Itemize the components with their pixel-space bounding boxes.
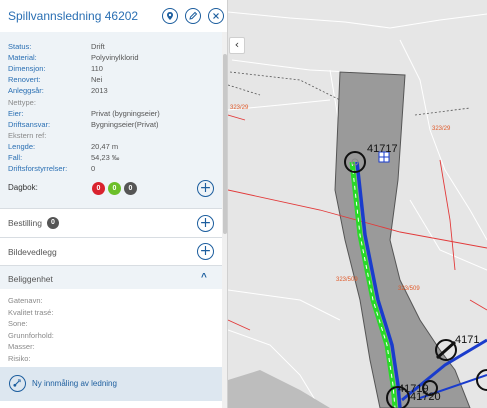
dagbok-label: Dagbok: <box>8 183 38 192</box>
property-value: Nei <box>91 75 103 85</box>
close-icon <box>213 13 219 19</box>
property-label: Ekstern ref: <box>8 130 47 140</box>
collapse-panel-button[interactable]: ‹ <box>229 37 245 54</box>
node-label-41720: 41720 <box>410 391 441 403</box>
beliggenhet-row: Sone: <box>8 319 28 329</box>
property-value: Bygningseier(Privat) <box>91 119 159 129</box>
location-pin-button[interactable] <box>162 8 178 24</box>
ny-innmaling-label: Ny innmåling av ledning <box>32 379 117 388</box>
property-value: 110 <box>91 64 103 74</box>
beliggenhet-label: Beliggenhet <box>8 274 53 284</box>
property-label: Lengde: <box>8 141 36 151</box>
beliggenhet-row: Grunnforhold: <box>8 330 54 340</box>
property-label: Dimensjon: <box>8 64 46 74</box>
dagbok-green-badge[interactable]: 0 <box>108 182 121 195</box>
measure-line-icon <box>9 375 26 392</box>
property-label: Fall: <box>8 153 23 162</box>
property-label: Status: <box>8 42 32 51</box>
bildevedlegg-section[interactable]: Bildevedlegg + <box>0 237 222 265</box>
location-pin-icon <box>167 12 173 20</box>
property-value: Privat (bygningseier) <box>91 108 160 118</box>
bestilling-count-badge: 0 <box>47 217 59 229</box>
property-label: Renovert: <box>8 75 41 85</box>
scrollbar-thumb[interactable] <box>223 54 227 234</box>
properties-section: Status: Drift Material: Polyvinylklorid Dime… <box>0 32 222 208</box>
property-value: Polyvinylklorid <box>91 53 139 63</box>
close-button[interactable] <box>208 8 224 24</box>
node-label-41717: 41717 <box>367 143 398 155</box>
property-label: Nettype: <box>8 97 36 107</box>
parcel-label-2: 323/29 <box>432 126 451 132</box>
property-label: Anleggsår: <box>8 86 44 96</box>
bestilling-section[interactable]: Bestilling 0 + <box>0 208 222 237</box>
beliggenhet-row: Kvalitet trasé: <box>8 307 54 317</box>
bestilling-label: Bestilling <box>8 218 43 228</box>
node-label-4171: 4171 <box>455 334 479 346</box>
property-label: Material: <box>8 53 37 63</box>
beliggenhet-body: Gatenavn: Kvalitet trasé: Sone: Grunnforhol… <box>0 289 222 367</box>
bestilling-add-button[interactable]: + <box>197 215 214 232</box>
property-value: 54,23 ‰ <box>91 153 120 162</box>
ny-innmaling-button[interactable]: Ny innmåling av ledning <box>0 367 222 401</box>
chevron-up-icon[interactable]: ^ <box>201 272 207 283</box>
parcel-label-1: 323/29 <box>230 105 249 111</box>
property-value: Drift <box>91 42 105 51</box>
map-canvas[interactable]: 323/29 323/29 323/509 323/509 41717 4171… <box>227 0 487 408</box>
dagbok-add-button[interactable]: + <box>197 180 214 197</box>
edit-pencil-icon <box>189 11 198 20</box>
property-label: Driftsansvar: <box>8 119 51 129</box>
feature-info-panel: Spillvannsledning 46202 Status: Drift Mate… <box>0 0 228 408</box>
map-view[interactable]: 323/29 323/29 323/509 323/509 41717 4171… <box>227 0 487 408</box>
property-value: 2013 <box>91 86 108 96</box>
parcel-label-4: 323/509 <box>398 286 420 292</box>
dagbok-grey-badge[interactable]: 0 <box>124 182 137 195</box>
property-label: Eier: <box>8 108 24 118</box>
parcel-label-3: 323/509 <box>336 277 358 283</box>
edit-button[interactable] <box>185 8 201 24</box>
bildevedlegg-label: Bildevedlegg <box>8 247 57 257</box>
property-label: Driftsforstyrrelser: <box>8 164 68 174</box>
property-value: 0 <box>91 164 96 174</box>
bildevedlegg-add-button[interactable]: + <box>197 243 214 260</box>
beliggenhet-row: Gatenavn: <box>8 296 43 305</box>
panel-title: Spillvannsledning 46202 <box>8 9 139 23</box>
beliggenhet-row: Masser: <box>8 342 35 352</box>
dagbok-red-badge[interactable]: 0 <box>92 182 105 195</box>
property-value: 20,47 m <box>91 141 119 151</box>
beliggenhet-header[interactable]: Beliggenhet ^ <box>0 265 222 289</box>
beliggenhet-row: Risiko: <box>8 354 31 363</box>
panel-header: Spillvannsledning 46202 <box>0 0 227 32</box>
